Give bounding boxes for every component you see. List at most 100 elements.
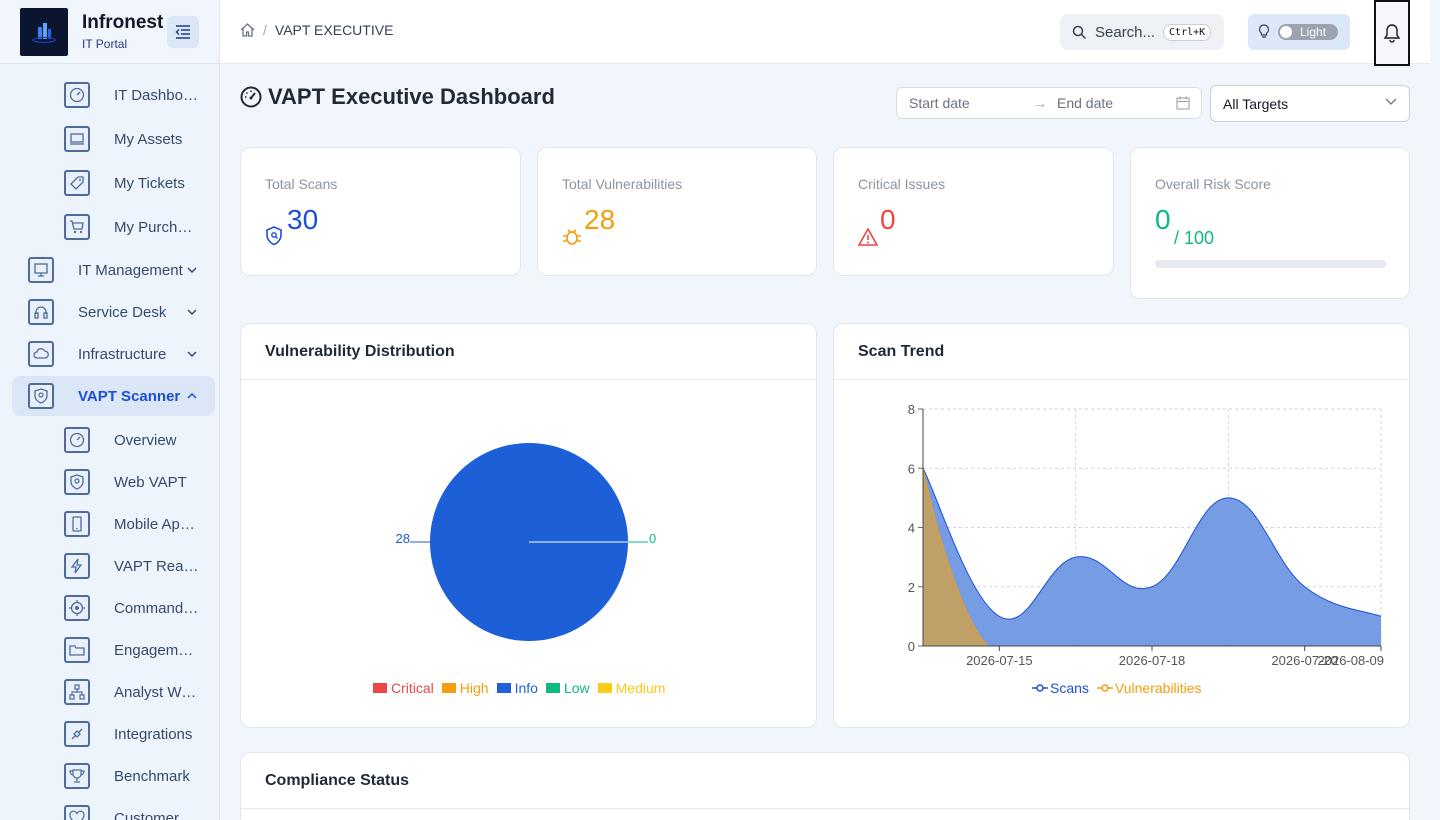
sidebar-item-label: Web VAPT <box>114 473 187 491</box>
chevron-down-icon <box>186 348 198 360</box>
theme-toggle[interactable]: Light <box>1248 14 1350 50</box>
sidebar-item-label: IT Management <box>78 261 183 279</box>
trophy-icon <box>64 763 90 789</box>
legend-swatch <box>441 683 456 693</box>
legend-label: High <box>459 680 489 696</box>
pie-legend: Critical High Info Low Medium <box>373 680 673 696</box>
bug-icon <box>563 229 581 245</box>
legend-label: Vulnerabilities <box>1114 680 1202 696</box>
sidebar-item-web-vapt[interactable]: Web VAPT <box>64 469 200 495</box>
panel-title: Compliance Status <box>241 753 1409 809</box>
sidebar-item-label: Command Center <box>114 599 200 617</box>
sidebar-item-service-desk[interactable]: Service Desk <box>28 299 208 325</box>
legend-label: Low <box>563 680 590 696</box>
theme-label: Light <box>1300 25 1327 39</box>
sidebar-item-label: Customer <box>114 809 180 820</box>
panel-title: Scan Trend <box>834 324 1409 380</box>
notifications-button[interactable] <box>1374 0 1410 66</box>
stat-card-total-vulnerabilities: Total Vulnerabilities 28 <box>537 147 817 276</box>
sidebar-item-my-purchases[interactable]: My Purchases <box>64 214 200 240</box>
search-shortcut: Ctrl+K <box>1163 23 1212 41</box>
panel-scan-trend: Scan Trend 0 2 4 6 8 2026-07-15 2026-07-18 2026… <box>833 323 1410 728</box>
shield-search-icon <box>266 226 282 246</box>
page-title-text: VAPT Executive Dashboard <box>268 84 555 109</box>
sidebar-item-it-management[interactable]: IT Management <box>28 257 208 283</box>
heart-icon <box>64 805 90 820</box>
legend-marker <box>1032 684 1048 692</box>
legend-label: Critical <box>391 680 434 696</box>
theme-switch[interactable]: Light <box>1278 24 1338 40</box>
sidebar-item-label: VAPT Realtime <box>114 557 200 575</box>
sidebar-item-label: My Purchases <box>114 218 200 236</box>
legend-item-vulnerabilities[interactable]: Vulnerabilities <box>1096 680 1202 696</box>
sidebar-item-label: Integrations <box>114 725 193 743</box>
bell-icon <box>1383 24 1401 43</box>
legend-item-scans[interactable]: Scans <box>1032 680 1089 696</box>
sidebar-item-my-assets[interactable]: My Assets <box>64 126 200 152</box>
dashboard-gauge-icon <box>240 86 262 108</box>
sidebar-item-vapt-scanner[interactable]: VAPT Scanner <box>28 383 208 409</box>
menu-fold-icon <box>175 25 190 39</box>
stat-value: 28 <box>584 204 616 235</box>
stat-card-critical-issues: Critical Issues 0 <box>833 147 1114 276</box>
gauge-icon <box>64 82 90 108</box>
sidebar-item-benchmark[interactable]: Benchmark <box>64 763 200 789</box>
sidebar-item-command-center[interactable]: Command Center <box>64 595 200 621</box>
sidebar-item-mobile-app-vapt[interactable]: Mobile App VAPT <box>64 511 200 537</box>
shield-icon <box>64 469 90 495</box>
page-title: VAPT Executive Dashboard <box>240 84 555 110</box>
sidebar-item-label: My Tickets <box>114 174 185 192</box>
legend-label: Info <box>514 680 538 696</box>
sidebar-item-engagements[interactable]: Engagements <box>64 637 200 663</box>
collapse-sidebar-button[interactable] <box>167 16 199 48</box>
logo <box>20 7 68 56</box>
area-series-scans <box>923 468 1381 646</box>
cloud-icon <box>28 341 54 367</box>
target-filter-value: All Targets <box>1223 95 1289 112</box>
gauge-icon <box>64 427 90 453</box>
warning-icon <box>858 228 878 246</box>
sidebar-item-label: Mobile App VAPT <box>114 515 200 533</box>
sidebar-item-it-dashboard[interactable]: IT Dashboard <box>64 82 200 108</box>
end-date-input[interactable]: End date <box>1057 95 1113 111</box>
monitor-icon <box>28 257 54 283</box>
start-date-input[interactable]: Start date <box>909 95 970 111</box>
stat-card-total-scans: Total Scans 30 <box>240 147 521 276</box>
legend-item-medium[interactable]: Medium <box>597 680 665 696</box>
sidebar-item-overview[interactable]: Overview <box>64 427 200 453</box>
stat-label: Critical Issues <box>858 176 946 192</box>
sidebar-item-vapt-realtime[interactable]: VAPT Realtime <box>64 553 200 579</box>
chevron-down-icon <box>1385 98 1397 105</box>
chevron-up-icon <box>186 390 198 402</box>
stat-label: Total Vulnerabilities <box>562 176 683 192</box>
y-tick-label: 0 <box>908 639 915 654</box>
legend-item-high[interactable]: High <box>441 680 489 696</box>
sidebar-item-analyst-workflow[interactable]: Analyst Workflow <box>64 679 200 705</box>
stat-value: 0 <box>880 204 896 235</box>
legend-item-low[interactable]: Low <box>545 680 590 696</box>
sidebar-item-customer[interactable]: Customer <box>64 805 200 820</box>
search-icon <box>1072 25 1087 39</box>
legend-swatch <box>545 683 560 693</box>
stat-card-overall-risk: Overall Risk Score 0 / 100 <box>1130 147 1410 299</box>
chevron-down-icon <box>186 264 198 276</box>
sidebar-item-infrastructure[interactable]: Infrastructure <box>28 341 208 367</box>
target-filter-select[interactable]: All Targets <box>1210 85 1410 122</box>
home-icon[interactable] <box>240 23 255 37</box>
target-icon <box>64 595 90 621</box>
pie-chart: 28 0 <box>396 443 656 641</box>
legend-item-critical[interactable]: Critical <box>373 680 434 696</box>
risk-progress-bar <box>1155 260 1386 268</box>
sidebar-item-label: Benchmark <box>114 767 190 785</box>
x-tick-label: 2026-08-09 <box>1318 653 1385 668</box>
stat-value: 0 <box>1155 204 1171 235</box>
sidebar-item-integrations[interactable]: Integrations <box>64 721 200 747</box>
breadcrumb: / VAPT EXECUTIVE <box>240 22 393 38</box>
search-button[interactable]: Search... Ctrl+K <box>1060 14 1224 50</box>
topbar: / VAPT EXECUTIVE Search... Ctrl+K Light <box>220 0 1430 66</box>
legend-item-info[interactable]: Info <box>496 680 538 696</box>
date-range-picker[interactable]: Start date → End date <box>896 87 1202 119</box>
arrow-right-icon: → <box>1033 95 1047 111</box>
x-tick-label: 2026-07-18 <box>1119 653 1186 668</box>
sidebar-item-my-tickets[interactable]: My Tickets <box>64 170 200 196</box>
